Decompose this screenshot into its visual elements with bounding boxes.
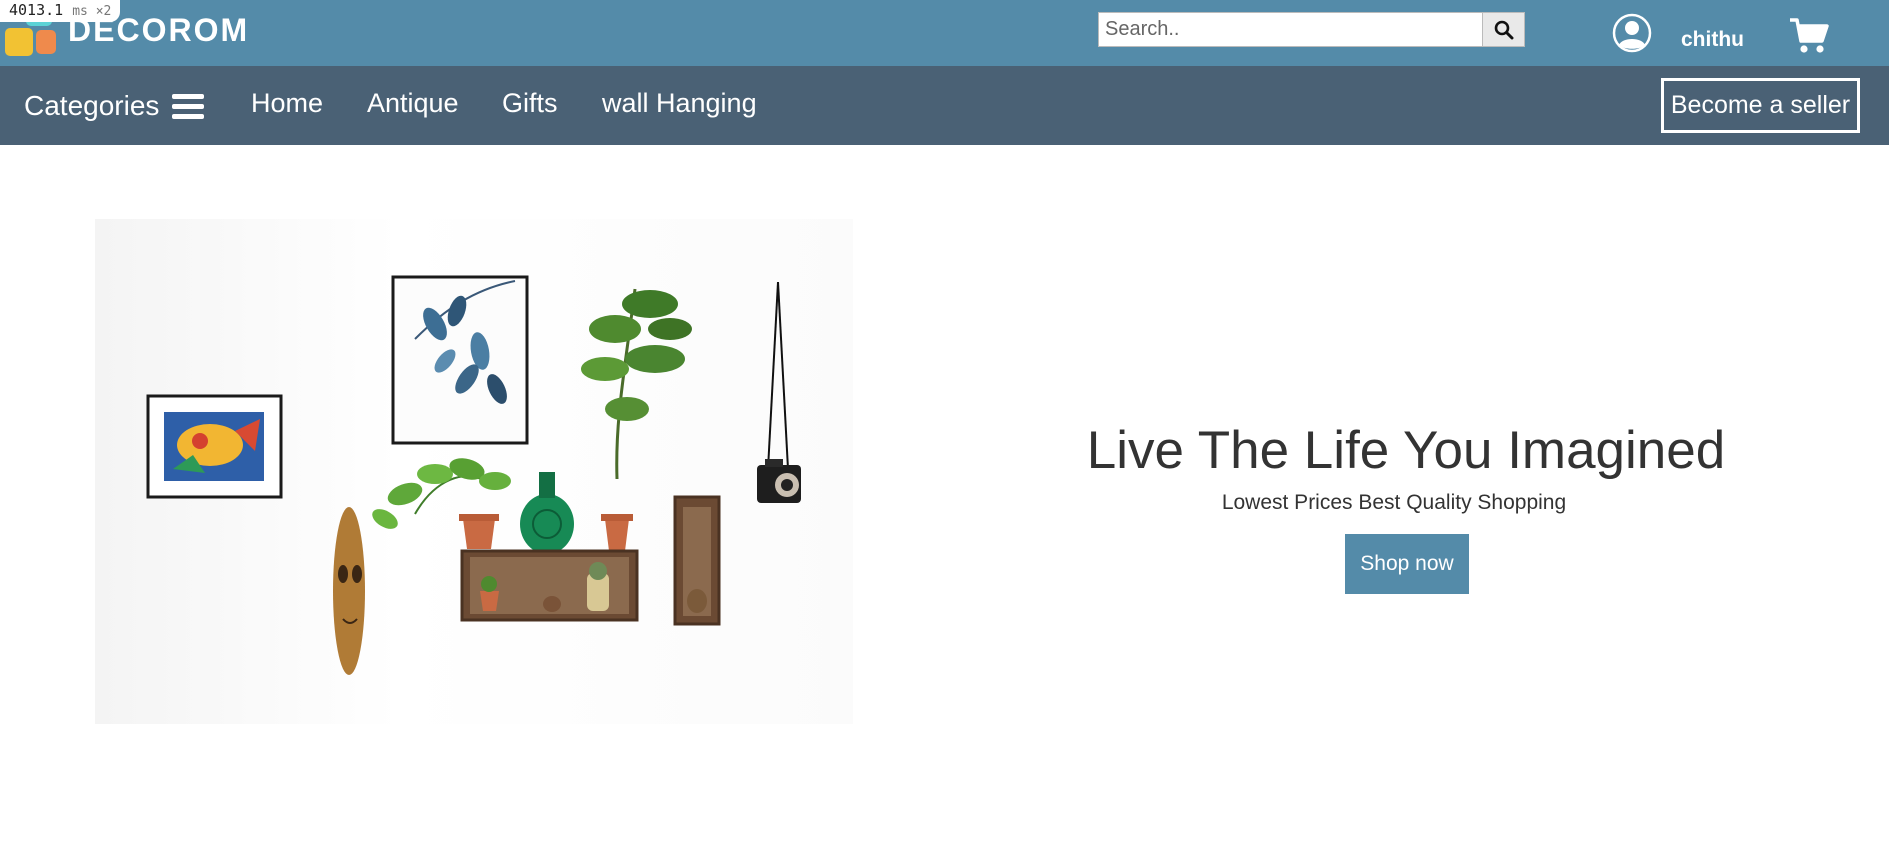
nav-link-wall-hanging[interactable]: wall Hanging	[602, 88, 757, 119]
search-icon	[1494, 20, 1513, 39]
timing-unit: ms ×2	[72, 4, 112, 19]
wall-decor-photo	[146, 275, 801, 675]
hero-title: Live The Life You Imagined	[1086, 421, 1726, 480]
cart-icon[interactable]	[1789, 17, 1829, 55]
hero-wall-decor-image	[95, 219, 853, 724]
render-timing-badge: 4013.1 ms ×2	[0, 0, 121, 22]
user-name[interactable]: chithu	[1681, 28, 1744, 52]
category-nav-bar: Categories Home Antique Gifts wall Hangi…	[0, 66, 1889, 145]
categories-menu-toggle[interactable]: Categories	[24, 90, 205, 122]
become-seller-button[interactable]: Become a seller	[1661, 78, 1860, 133]
search-button[interactable]	[1482, 12, 1525, 47]
search-input[interactable]	[1098, 12, 1482, 47]
hamburger-icon	[172, 92, 205, 120]
categories-label: Categories	[24, 90, 160, 121]
hero-subtitle: Lowest Prices Best Quality Shopping	[1221, 491, 1567, 514]
top-bar: DECOROM 4013.1 ms ×2 chithu	[0, 0, 1889, 66]
nav-link-home[interactable]: Home	[251, 88, 323, 119]
timing-value: 4013.1	[9, 1, 64, 19]
nav-link-gifts[interactable]: Gifts	[502, 88, 558, 119]
nav-link-antique[interactable]: Antique	[367, 88, 459, 119]
shop-now-button[interactable]: Shop now	[1345, 534, 1469, 594]
user-icon[interactable]	[1612, 13, 1652, 53]
